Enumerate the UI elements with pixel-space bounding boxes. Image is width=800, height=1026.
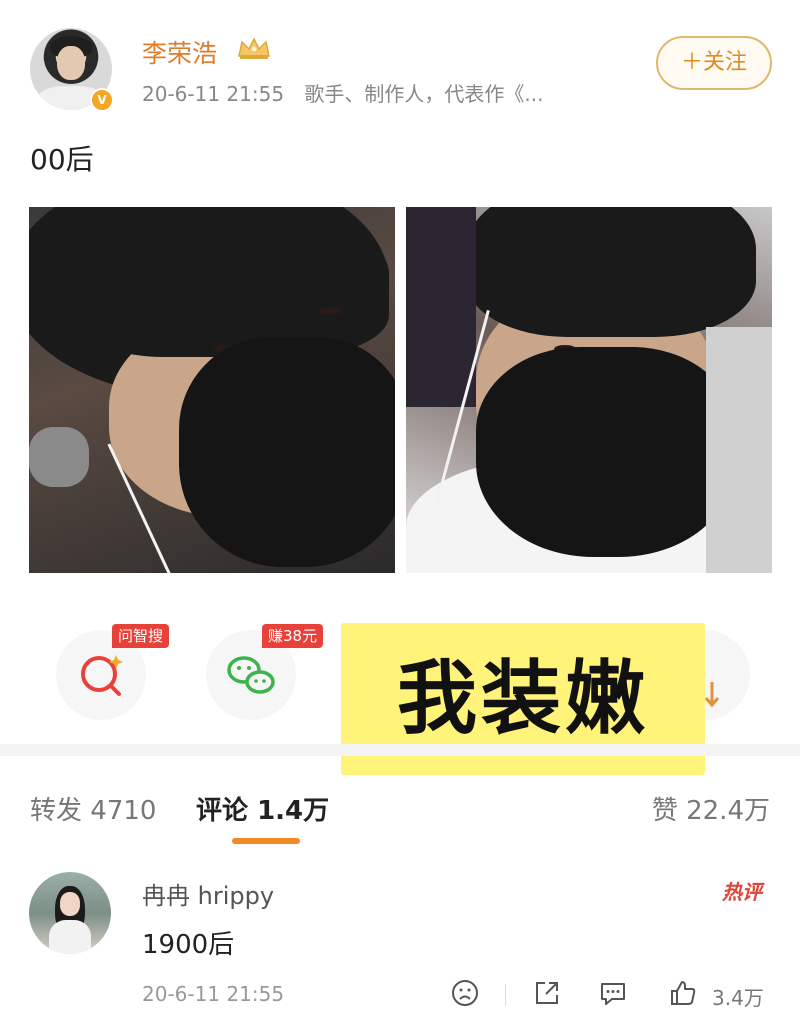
stats-tabs: 转发 4710 评论 1.4万 赞 22.4万 [0,760,800,860]
share-comment-button[interactable] [532,978,562,1010]
post-photo-2[interactable] [406,207,772,573]
crown-icon [238,37,270,59]
share-icon [536,982,558,1004]
thumbs-up-icon [671,981,696,1005]
comment-item: 冉冉 hrippy 热评 1900后 20-6-11 21:55 3.4万 [0,860,800,1026]
like-count: 22.4万 [686,796,770,826]
post-time: 20-6-11 21:55 [142,82,285,106]
comment-label: 评论 [196,796,249,826]
reply-button[interactable] [598,978,628,1010]
post-photo-1[interactable] [29,207,395,573]
sad-face-icon [452,980,478,1006]
reply-icon [601,983,625,1005]
divider [0,744,800,756]
comment-time: 20-6-11 21:55 [142,982,285,1006]
author-bio: 歌手、制作人，代表作《... [304,82,544,106]
smart-search-tag: 问智搜 [112,624,170,648]
verified-icon: V [90,88,114,112]
tab-likes[interactable]: 赞 22.4万 [652,790,770,827]
hot-comment-badge: 热评 [722,880,762,904]
like-comment-button[interactable] [668,978,698,1010]
follow-button[interactable]: ＋关注 [656,36,772,90]
active-tab-indicator [232,838,300,844]
dislike-button[interactable] [450,978,480,1010]
tab-repost[interactable]: 转发 4710 [30,790,156,827]
like-label: 赞 [651,796,678,826]
repost-label: 转发 [30,796,83,826]
post-meta: 20-6-11 21:55 歌手、制作人，代表作《... [142,78,544,107]
author-name[interactable]: 李荣浩 [142,34,217,70]
wechat-reward-tag: 赚38元 [262,624,324,648]
comment-like-count: 3.4万 [712,986,764,1010]
post-text: 00后 [30,143,94,176]
post-header: V 李荣浩 20-6-11 21:55 歌手、制作人，代表作《... ＋关注 [0,0,800,125]
repost-count: 4710 [90,796,157,826]
action-separator [505,984,506,1006]
comment-count: 1.4万 [257,796,330,826]
comment-text: 1900后 [142,930,235,960]
commenter-avatar[interactable] [29,872,111,954]
overlay-caption-text: 我装嫩 [397,652,649,745]
commenter-name[interactable]: 冉冉 hrippy [142,876,274,911]
tab-comments[interactable]: 评论 1.4万 [196,790,329,827]
